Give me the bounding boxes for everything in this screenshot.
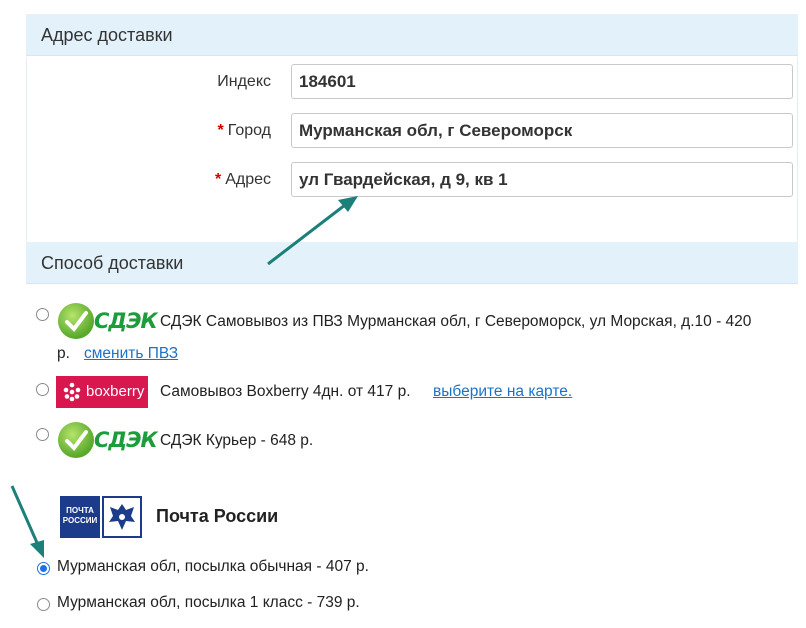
annotation-arrow-post-option — [10, 485, 44, 558]
choose-on-map-link[interactable]: выберите на карте. — [433, 383, 572, 401]
city-input[interactable]: Мурманская обл, г Североморск — [291, 113, 793, 148]
cdek-logo-text: СДЭК — [94, 428, 158, 452]
cdek-logo-text: СДЭК — [94, 309, 158, 333]
address-label: * Адрес — [214, 171, 271, 188]
post-option-radio-first-class[interactable] — [37, 598, 50, 611]
russian-post-title: Почта России — [156, 506, 279, 526]
cdek-logo: СДЭК — [58, 303, 158, 343]
delivery-option-radio-cdek-pickup[interactable] — [36, 308, 49, 321]
russian-post-logo: ПОЧТА РОССИИ — [60, 496, 144, 538]
delivery-option-text: СДЭК Курьер - 648 р. — [160, 432, 314, 449]
boxberry-logo-text: boxberry — [86, 383, 145, 400]
required-mark: * — [217, 122, 224, 139]
boxberry-logo: boxberry — [56, 376, 148, 408]
delivery-option-text-cont: р. — [57, 345, 70, 362]
russian-post-logo-text: ПОЧТА РОССИИ — [60, 496, 100, 538]
boxberry-berry-icon — [63, 382, 81, 402]
post-option-radio-standard[interactable] — [37, 562, 50, 575]
zip-input[interactable]: 184601 — [291, 64, 793, 99]
change-pickup-point-link[interactable]: сменить ПВЗ — [84, 345, 178, 363]
cdek-circle-icon — [58, 422, 94, 458]
address-section-header: Адрес доставки — [26, 14, 798, 56]
required-mark: * — [214, 171, 222, 188]
post-option-text: Мурманская обл, посылка обычная - 407 р. — [57, 558, 369, 575]
address-input[interactable]: ул Гвардейская, д 9, кв 1 — [291, 162, 793, 197]
delivery-option-radio-boxberry[interactable] — [36, 383, 49, 396]
address-section-title: Адрес доставки — [41, 25, 173, 45]
cdek-circle-icon — [58, 303, 94, 339]
delivery-section-header: Способ доставки — [26, 242, 798, 284]
cdek-logo: СДЭК — [58, 422, 158, 462]
city-label: * Город — [217, 122, 271, 139]
post-option-text: Мурманская обл, посылка 1 класс - 739 р. — [57, 594, 360, 611]
eagle-crest-icon — [102, 496, 142, 538]
delivery-option-text: Самовывоз Boxberry 4дн. от 417 р. — [160, 383, 411, 400]
delivery-option-radio-cdek-courier[interactable] — [36, 428, 49, 441]
delivery-section-title: Способ доставки — [41, 253, 184, 273]
zip-label: Индекс — [217, 73, 271, 90]
delivery-option-text: СДЭК Самовывоз из ПВЗ Мурманская обл, г … — [160, 313, 752, 330]
